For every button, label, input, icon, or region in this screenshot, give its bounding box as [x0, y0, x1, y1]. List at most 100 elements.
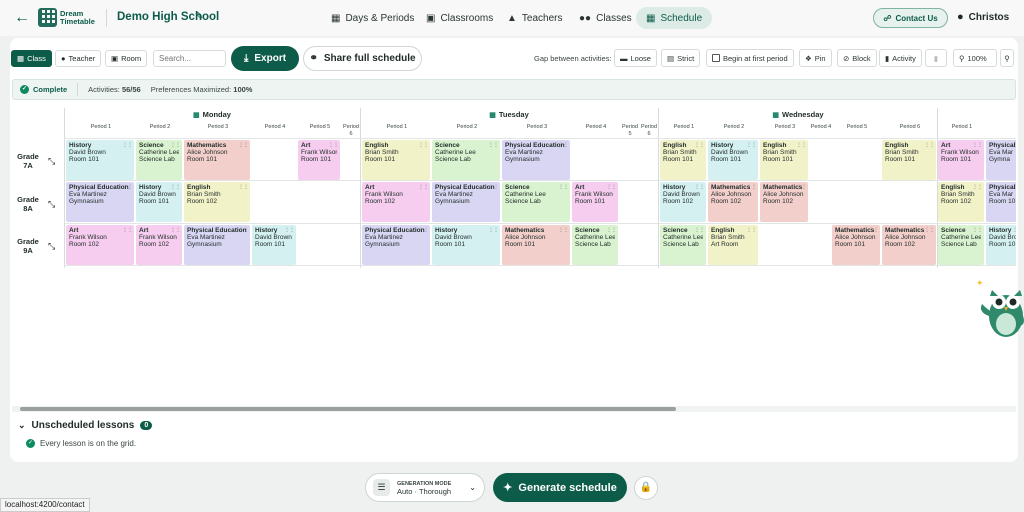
drag-handle-icon[interactable]: ⋮⋮: [122, 142, 133, 149]
lesson-card[interactable]: PhysicalEva MarGymna⋮⋮: [986, 140, 1016, 180]
view-class-button[interactable]: ▦ Class: [11, 50, 52, 67]
share-schedule-button[interactable]: ⚭ Share full schedule: [303, 46, 422, 71]
lesson-card[interactable]: Art Frank Wilson Room 101 ⋮⋮: [572, 182, 618, 222]
lesson-card[interactable]: Physical Education Eva Martinez Gymnasium ⋮…: [432, 182, 500, 222]
drag-handle-icon[interactable]: ⋮⋮: [558, 142, 569, 149]
drag-handle-icon[interactable]: ⋮⋮: [746, 184, 757, 191]
tab-teachers[interactable]: ▲ Teachers: [497, 7, 572, 29]
lesson-card[interactable]: History David Brown Room 101 ⋮⋮: [252, 225, 296, 265]
drag-handle-icon[interactable]: ⋮⋮: [170, 184, 181, 191]
lesson-card[interactable]: English Brian Smith Room 101 ⋮⋮: [882, 140, 936, 180]
lesson-card[interactable]: English Brian Smith Room 102 ⋮⋮: [938, 182, 984, 222]
lesson-card[interactable]: Art Frank Wilson Room 101 ⋮⋮: [298, 140, 340, 180]
tab-days-periods[interactable]: ▦ Days & Periods: [321, 7, 424, 29]
lesson-card[interactable]: History David Brown Room 101 ⋮⋮: [136, 182, 182, 222]
expand-icon[interactable]: ⤡: [48, 199, 55, 210]
lesson-card[interactable]: Science Catherine Lee Science Lab ⋮⋮: [938, 225, 984, 265]
drag-handle-icon[interactable]: ⋮⋮: [746, 142, 757, 149]
gap-strict-button[interactable]: ▤ Strict: [661, 49, 701, 67]
drag-handle-icon[interactable]: ⋮⋮: [418, 142, 429, 149]
begin-first-period-checkbox[interactable]: Begin at first period: [706, 49, 794, 67]
drag-handle-icon[interactable]: ⋮⋮: [238, 227, 249, 234]
pin-button[interactable]: ❖ Pin: [799, 49, 832, 67]
drag-handle-icon[interactable]: ⋮⋮: [924, 227, 935, 234]
lesson-card[interactable]: History David Brown Room 101 ⋮⋮: [66, 140, 134, 180]
drag-handle-icon[interactable]: ⋮⋮: [694, 142, 705, 149]
lesson-card[interactable]: History David Brown Room 101 ⋮⋮: [708, 140, 758, 180]
lesson-card[interactable]: Mathematics Alice Johnson Room 101 ⋮⋮: [184, 140, 250, 180]
drag-handle-icon[interactable]: ⋮⋮: [488, 184, 499, 191]
drag-handle-icon[interactable]: ⋮⋮: [558, 227, 569, 234]
expand-icon[interactable]: ⤡: [48, 241, 55, 252]
tab-classrooms[interactable]: ▣ Classrooms: [416, 7, 503, 29]
drag-handle-icon[interactable]: ⋮⋮: [284, 227, 295, 234]
drag-handle-icon[interactable]: ⋮⋮: [746, 227, 757, 234]
drag-handle-icon[interactable]: ⋮⋮: [328, 142, 339, 149]
lesson-card[interactable]: Science Catherine Lee Science Lab ⋮⋮: [660, 225, 706, 265]
drag-handle-icon[interactable]: ⋮⋮: [122, 184, 133, 191]
drag-handle-icon[interactable]: ⋮⋮: [558, 184, 569, 191]
lesson-card[interactable]: Physical Education Eva Martinez Gymnasium ⋮…: [184, 225, 250, 265]
contact-us-button[interactable]: ☍ Contact Us: [873, 8, 948, 28]
tab-schedule[interactable]: ▦ Schedule: [636, 7, 713, 29]
lesson-card[interactable]: PhysicalEva MarRoom 10⋮⋮: [986, 182, 1016, 222]
pencil-icon[interactable]: ✎: [195, 11, 203, 22]
lesson-card[interactable]: English Brian Smith Room 101 ⋮⋮: [660, 140, 706, 180]
drag-handle-icon[interactable]: ⋮⋮: [170, 142, 181, 149]
expand-icon[interactable]: ⤡: [48, 156, 55, 167]
unscheduled-lessons-toggle[interactable]: ⌄ Unscheduled lessons 0: [18, 420, 153, 431]
lesson-card[interactable]: Mathematics Alice Johnson Room 101 ⋮⋮: [832, 225, 880, 265]
export-button[interactable]: ⤓ Export: [231, 46, 299, 71]
drag-handle-icon[interactable]: ⋮⋮: [1012, 227, 1016, 234]
zoom-control[interactable]: ⚲ 100%: [953, 49, 997, 67]
lesson-card[interactable]: English Brian Smith Room 102 ⋮⋮: [184, 182, 250, 222]
lesson-card[interactable]: English Brian Smith Art Room ⋮⋮: [708, 225, 758, 265]
more-button[interactable]: ▮: [925, 49, 947, 67]
drag-handle-icon[interactable]: ⋮⋮: [488, 142, 499, 149]
school-name[interactable]: Demo High School: [117, 11, 219, 23]
lesson-card[interactable]: Mathematics Alice Johnson Room 101 ⋮⋮: [502, 225, 570, 265]
lesson-card[interactable]: HistoryDavid BroRoom 10⋮⋮: [986, 225, 1016, 265]
search-input[interactable]: [153, 50, 226, 67]
drag-handle-icon[interactable]: ⋮⋮: [1012, 142, 1016, 149]
drag-handle-icon[interactable]: ⋮⋮: [972, 227, 983, 234]
block-button[interactable]: ⊘ Block: [837, 49, 877, 67]
drag-handle-icon[interactable]: ⋮⋮: [238, 142, 249, 149]
lesson-card[interactable]: Science Catherine Lee Science Lab ⋮⋮: [502, 182, 570, 222]
lesson-card[interactable]: Mathematics Alice Johnson Room 102 ⋮⋮: [708, 182, 758, 222]
drag-handle-icon[interactable]: ⋮⋮: [238, 184, 249, 191]
lesson-card[interactable]: Physical Education Eva Martinez Gymnasium ⋮…: [362, 225, 430, 265]
lesson-card[interactable]: History David Brown Room 101 ⋮⋮: [432, 225, 500, 265]
lesson-card[interactable]: Art Frank Wilson Room 102 ⋮⋮: [136, 225, 182, 265]
drag-handle-icon[interactable]: ⋮⋮: [1012, 184, 1016, 191]
lesson-card[interactable]: History David Brown Room 102 ⋮⋮: [660, 182, 706, 222]
generation-mode-select[interactable]: ☰ GENERATION MODE Auto · Thorough ⌄: [365, 473, 485, 502]
generate-schedule-button[interactable]: ✦ Generate schedule: [493, 473, 627, 502]
owl-mascot-icon[interactable]: ✦: [976, 276, 1024, 340]
drag-handle-icon[interactable]: ⋮⋮: [418, 227, 429, 234]
lesson-card[interactable]: Art Frank Wilson Room 102 ⋮⋮: [362, 182, 430, 222]
lesson-card[interactable]: Physical Education Eva Martinez Gymnasium ⋮…: [502, 140, 570, 180]
drag-handle-icon[interactable]: ⋮⋮: [694, 227, 705, 234]
logo[interactable]: Dream Timetable: [38, 8, 95, 27]
drag-handle-icon[interactable]: ⋮⋮: [972, 142, 983, 149]
lesson-card[interactable]: Physical Education Eva Martinez Gymnasium ⋮…: [66, 182, 134, 222]
view-teacher-button[interactable]: ● Teacher: [55, 50, 102, 67]
drag-handle-icon[interactable]: ⋮⋮: [418, 184, 429, 191]
lesson-card[interactable]: Mathematics Alice Johnson Room 102 ⋮⋮: [760, 182, 808, 222]
lesson-card[interactable]: English Brian Smith Room 101 ⋮⋮: [362, 140, 430, 180]
zoom-in-button[interactable]: ⚲: [1000, 49, 1014, 67]
lesson-card[interactable]: English Brian Smith Room 101 ⋮⋮: [760, 140, 808, 180]
gap-loose-button[interactable]: ▬ Loose: [614, 49, 657, 67]
drag-handle-icon[interactable]: ⋮⋮: [488, 227, 499, 234]
tab-classes[interactable]: ●● Classes: [569, 7, 642, 29]
drag-handle-icon[interactable]: ⋮⋮: [606, 184, 617, 191]
activity-button[interactable]: ▮ Activity: [879, 49, 922, 67]
view-room-button[interactable]: ▣ Room: [105, 50, 148, 67]
user-menu[interactable]: ● Christos: [957, 11, 1009, 23]
drag-handle-icon[interactable]: ⋮⋮: [924, 142, 935, 149]
lock-button[interactable]: 🔒: [634, 476, 658, 500]
drag-handle-icon[interactable]: ⋮⋮: [796, 142, 807, 149]
drag-handle-icon[interactable]: ⋮⋮: [868, 227, 879, 234]
lesson-card[interactable]: Science Catherine Lee Science Lab ⋮⋮: [136, 140, 182, 180]
